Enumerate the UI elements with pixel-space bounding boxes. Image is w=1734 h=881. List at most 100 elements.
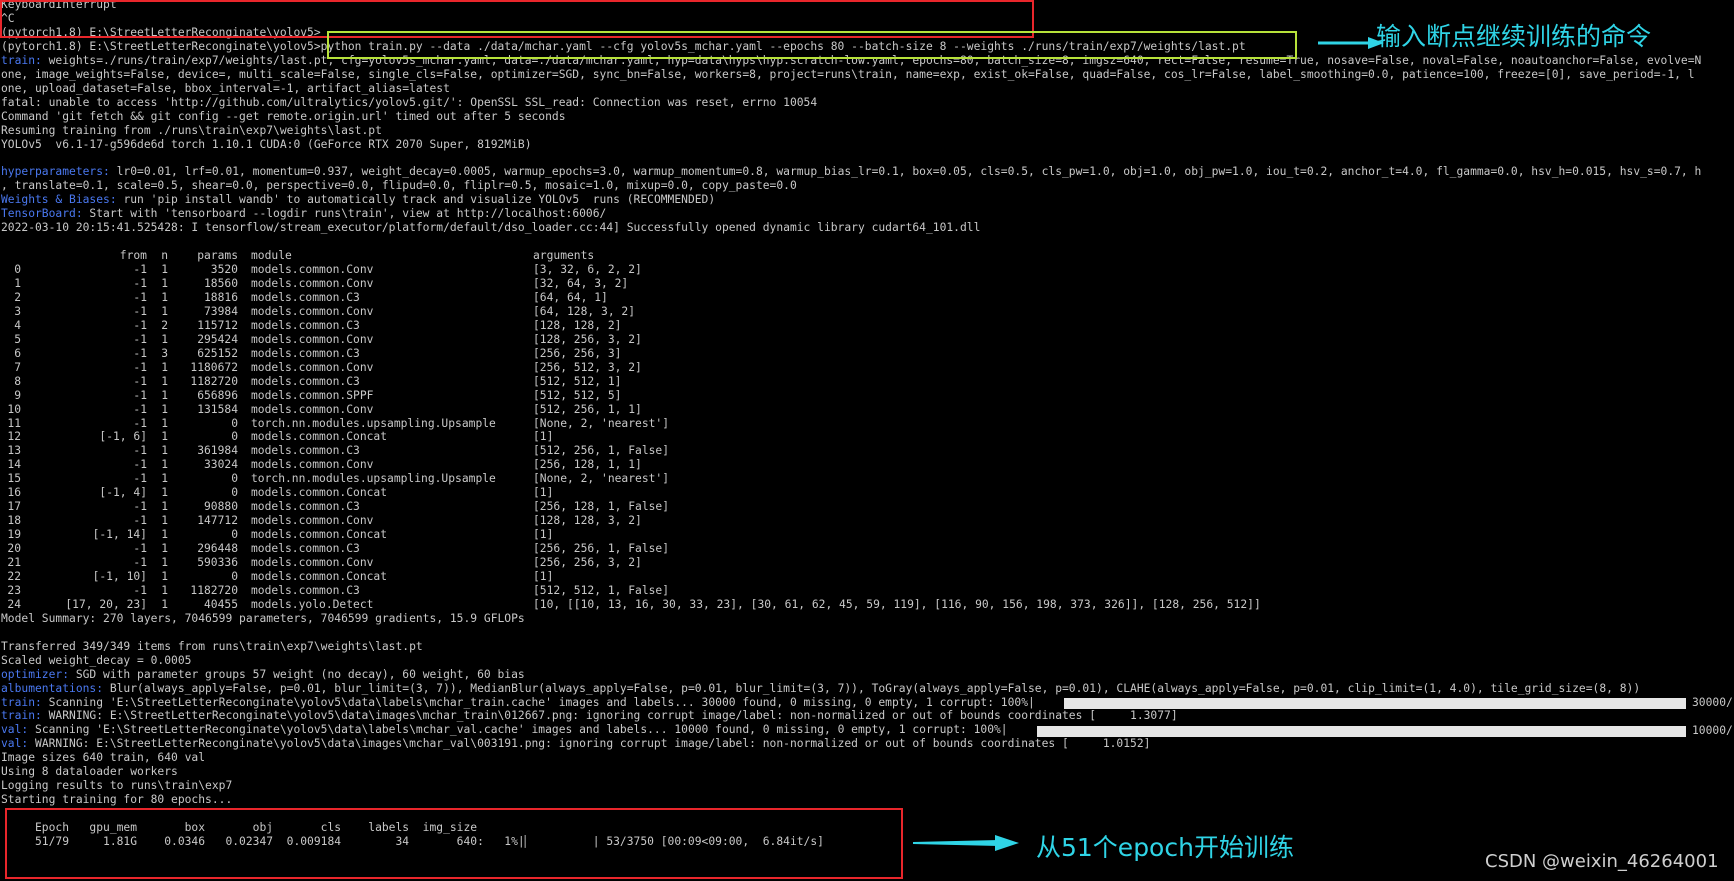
- table-cell-args: [128, 128, 3, 2]: [533, 514, 642, 528]
- epoch-progress-highlight-box: [5, 808, 903, 879]
- table-cell-module: models.common.Conv: [251, 556, 374, 569]
- log-text: WARNING: E:\StreetLetterReconginate\yolo…: [48, 709, 1178, 723]
- table-cell-params: 147712: [197, 514, 238, 528]
- log-text: lr0=0.01, lrf=0.01, momentum=0.937, weig…: [116, 165, 1702, 179]
- log-prefix: train:: [1, 695, 49, 709]
- table-cell-params: 625152: [197, 346, 238, 360]
- table-cell-args: [256, 256, 3, 2]: [533, 556, 642, 569]
- log-prefix: val:: [1, 723, 36, 737]
- table-cell-from: -1: [133, 500, 147, 514]
- log-text: Image sizes 640 train, 640 val: [1, 751, 206, 765]
- table-cell-params: 296448: [197, 542, 238, 556]
- csdn-watermark: CSDN @weixin_46264001: [1485, 851, 1719, 872]
- table-cell-from: -1: [133, 514, 147, 528]
- table-cell-module: models.common.Conv: [251, 458, 374, 472]
- table-cell-args: [10, [[10, 13, 16, 30, 33, 23], [30, 61,…: [533, 597, 1261, 611]
- table-cell-module: models.common.Concat: [251, 430, 388, 444]
- resume-command-highlight-box: [327, 31, 1297, 59]
- terminal-window[interactable]: KeyboardInterrupt ^C (pytorch1.8) E:\Stree…: [0, 0, 1734, 881]
- table-cell-args: [1]: [533, 430, 554, 444]
- table-cell-params: 656896: [197, 388, 238, 402]
- table-cell-module: models.common.C3: [251, 290, 360, 304]
- table-cell-from: -1: [133, 374, 147, 388]
- table-cell-args: [512, 512, 1]: [533, 374, 622, 388]
- table-cell-n: 1: [161, 458, 168, 472]
- table-cell-idx: 18: [7, 514, 21, 528]
- terminal-line: hyperparameters: lr0=0.01, lrf=0.01, mom…: [1, 165, 1701, 179]
- log-prefix: Weights & Biases:: [1, 193, 124, 207]
- column-header-arguments: arguments: [533, 249, 595, 263]
- table-cell-idx: 15: [7, 472, 21, 486]
- table-cell-from: -1: [133, 318, 147, 332]
- val-scan-progress-bar: [1037, 726, 1686, 737]
- table-cell-from: -1: [133, 416, 147, 430]
- terminal-line: optimizer: SGD with parameter groups 57 …: [1, 668, 525, 682]
- table-cell-n: 1: [161, 597, 168, 611]
- log-text: one, upload_dataset=False, bbox_interval…: [1, 81, 450, 95]
- table-cell-from: -1: [133, 360, 147, 374]
- table-cell-module: models.common.Conv: [251, 360, 374, 374]
- val-scan-count: 10000/: [1692, 724, 1733, 737]
- table-cell-params: 1182720: [190, 374, 238, 388]
- table-cell-params: 115712: [197, 318, 238, 332]
- table-cell-idx: 13: [7, 444, 21, 458]
- table-cell-from: [-1, 10]: [92, 569, 147, 583]
- table-cell-module: models.common.Conv: [251, 277, 374, 290]
- table-cell-n: 1: [161, 374, 168, 388]
- table-cell-from: [-1, 4]: [99, 486, 147, 500]
- table-cell-args: [256, 128, 1, 1]: [533, 458, 642, 472]
- table-cell-params: 73984: [203, 304, 238, 318]
- table-cell-idx: 16: [7, 486, 21, 500]
- table-cell-n: 1: [161, 514, 168, 528]
- table-cell-n: 1: [161, 388, 168, 402]
- table-cell-params: 18560: [203, 277, 238, 290]
- table-cell-idx: 6: [14, 346, 21, 360]
- table-cell-params: 0: [231, 569, 238, 583]
- terminal-line: val: WARNING: E:\StreetLetterReconginate…: [1, 737, 1150, 751]
- table-cell-params: 0: [231, 416, 238, 430]
- epoch-arrow-icon: [913, 835, 1019, 851]
- table-cell-idx: 11: [7, 416, 21, 430]
- table-cell-n: 1: [161, 332, 168, 346]
- table-cell-module: models.common.SPPF: [251, 388, 374, 402]
- table-cell-from: -1: [133, 304, 147, 318]
- table-cell-idx: 5: [14, 332, 21, 346]
- table-cell-n: 1: [161, 360, 168, 374]
- resume-arrow-icon: [1318, 37, 1384, 49]
- log-text: Command 'git fetch && git config --get r…: [1, 109, 566, 123]
- terminal-line: Starting training for 80 epochs...: [1, 793, 232, 807]
- table-cell-module: models.common.Conv: [251, 263, 374, 277]
- table-cell-params: 295424: [197, 332, 238, 346]
- log-text: Blur(always_apply=False, p=0.01, blur_li…: [109, 681, 1641, 695]
- terminal-line: Weights & Biases: run 'pip install wandb…: [1, 193, 715, 207]
- table-cell-params: 1180672: [190, 360, 238, 374]
- table-cell-args: [256, 512, 3, 2]: [533, 360, 642, 374]
- table-cell-args: [512, 512, 1, False]: [533, 583, 670, 597]
- table-cell-n: 1: [161, 500, 168, 514]
- table-cell-params: 90880: [203, 500, 238, 514]
- log-text: Using 8 dataloader workers: [1, 765, 178, 779]
- log-prefix: TensorBoard:: [1, 207, 90, 221]
- table-cell-from: -1: [133, 458, 147, 472]
- table-cell-args: [512, 512, 5]: [533, 388, 622, 402]
- log-text: Model Summary: 270 layers, 7046599 param…: [1, 611, 525, 625]
- table-cell-module: models.common.C3: [251, 318, 360, 332]
- table-cell-idx: 9: [14, 388, 21, 402]
- terminal-line: 2022-03-10 20:15:41.525428: I tensorflow…: [1, 221, 980, 235]
- table-cell-from: -1: [133, 402, 147, 416]
- table-cell-n: 1: [161, 416, 168, 430]
- terminal-line: Logging results to runs\train\exp7: [1, 779, 232, 793]
- terminal-line: train: WARNING: E:\StreetLetterRecongina…: [1, 709, 1178, 723]
- resume-command-annotation: 输入断点继续训练的命令: [1376, 22, 1652, 51]
- table-cell-n: 1: [161, 402, 168, 416]
- terminal-line: , translate=0.1, scale=0.5, shear=0.0, p…: [1, 179, 797, 193]
- table-cell-idx: 23: [7, 583, 21, 597]
- table-cell-module: models.common.Conv: [251, 402, 374, 416]
- table-cell-idx: 3: [14, 304, 21, 318]
- table-cell-args: [256, 128, 1, False]: [533, 500, 670, 514]
- table-cell-from: -1: [133, 444, 147, 458]
- terminal-line: one, image_weights=False, device=, multi…: [1, 68, 1695, 82]
- table-cell-idx: 4: [14, 318, 21, 332]
- terminal-line: Using 8 dataloader workers: [1, 765, 178, 779]
- log-text: Resuming training from ./runs\train\exp7…: [1, 123, 382, 137]
